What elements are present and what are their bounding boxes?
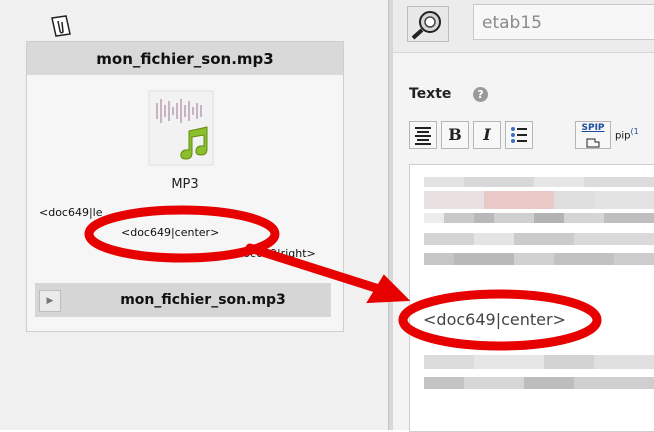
hand-cursor-icon <box>586 138 600 148</box>
doc-code-center[interactable]: <doc649|center> <box>121 226 219 239</box>
editor-pane: etab15 Texte ? B I SPIP pip(1 <box>393 0 654 432</box>
document-title: mon_fichier_son.mp3 <box>27 42 343 75</box>
search-icon <box>411 11 441 40</box>
extra-toolbar-label: pip <box>615 130 631 142</box>
expand-toggle-icon[interactable]: ▶ <box>39 290 61 312</box>
list-button[interactable] <box>505 121 533 149</box>
align-button[interactable] <box>409 121 437 149</box>
audio-file-icon[interactable] <box>143 89 221 169</box>
help-icon[interactable]: ? <box>473 87 488 102</box>
spip-icon: SPIP <box>581 123 605 133</box>
text-field-label: Texte <box>409 86 452 102</box>
text-editor[interactable] <box>409 164 654 432</box>
file-type-label: MP3 <box>171 177 199 192</box>
search-button[interactable] <box>407 6 449 42</box>
bold-button[interactable]: B <box>441 121 469 149</box>
documents-pane: mon_fichier_son.mp3 MP3 <doc649|le <doc6… <box>0 0 388 430</box>
mini-document-title: mon_fichier_son.mp3 <box>120 292 286 308</box>
extra-toolbar-item[interactable]: pip(1 <box>615 127 639 141</box>
blurred-text-top <box>424 177 654 283</box>
doc-code-right[interactable]: <doc649|right> <box>227 247 316 260</box>
paperclip-icon[interactable] <box>48 14 74 38</box>
doc-code-left[interactable]: <doc649|le <box>39 206 103 219</box>
editor-toolbar: B I SPIP pip(1 <box>409 121 654 155</box>
list-icon <box>511 127 527 143</box>
document-mini-bar[interactable]: ▶ mon_fichier_son.mp3 <box>35 283 331 317</box>
blurred-text-bottom <box>424 355 654 401</box>
italic-button[interactable]: I <box>473 121 501 149</box>
align-icon <box>415 127 431 145</box>
extra-toolbar-sup: (1 <box>630 127 639 136</box>
inserted-doc-code[interactable]: <doc649|center> <box>423 310 566 329</box>
search-input[interactable]: etab15 <box>473 4 654 40</box>
document-card: mon_fichier_son.mp3 MP3 <doc649|le <doc6… <box>26 41 344 332</box>
spip-insert-button[interactable]: SPIP <box>575 121 611 149</box>
